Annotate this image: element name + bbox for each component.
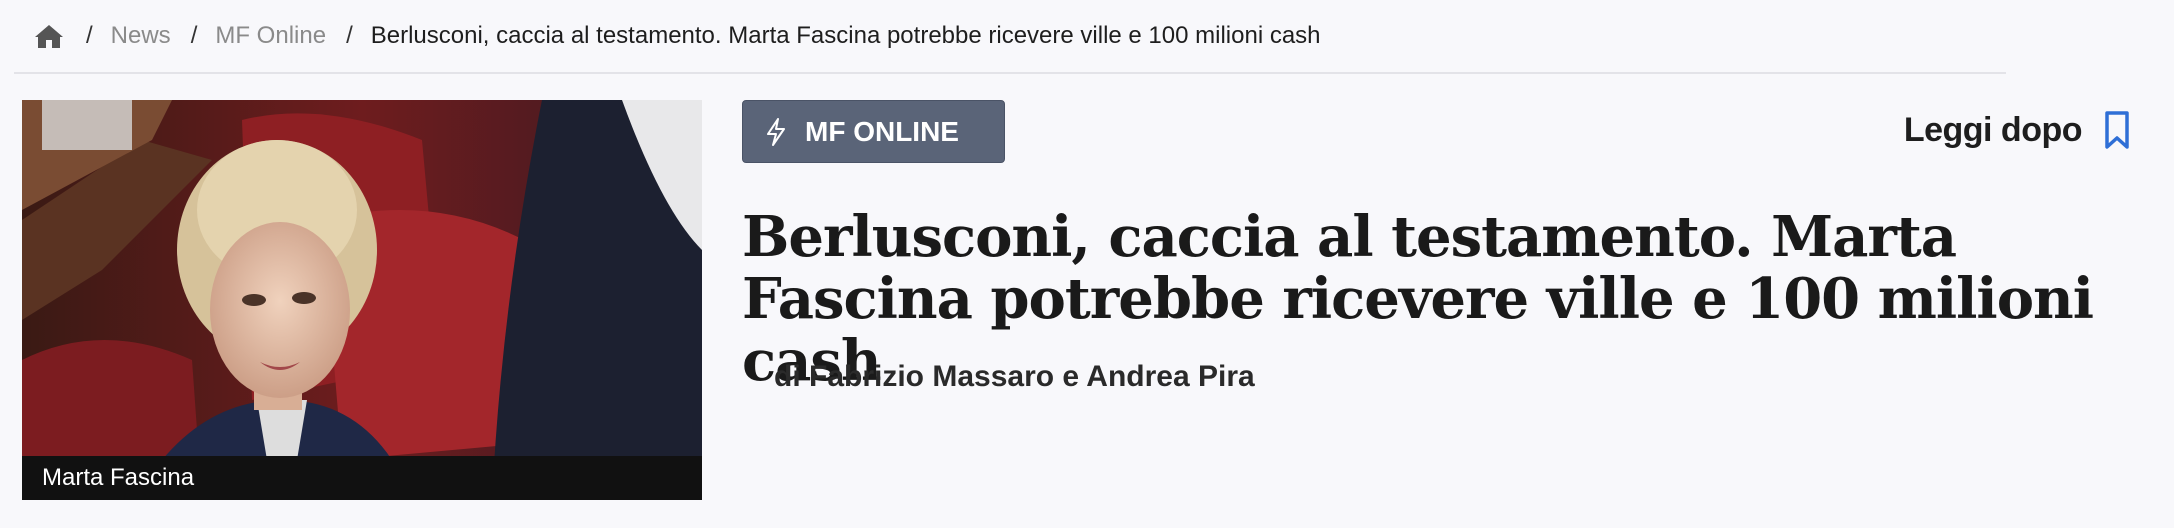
category-badge[interactable]: MF ONLINE (742, 100, 1005, 163)
breadcrumb-item-news[interactable]: News (111, 22, 171, 50)
breadcrumb-current: Berlusconi, caccia al testamento. Marta … (370, 22, 1321, 49)
article-header: / News / MF Online / Berlusconi, caccia … (0, 0, 2174, 528)
breadcrumb-separator: / (86, 22, 93, 49)
read-later-button[interactable]: Leggi dopo (1904, 110, 2130, 150)
article-byline: di Fabrizio Massaro e Andrea Pira (774, 360, 1255, 393)
home-icon[interactable] (34, 23, 64, 49)
category-badge-label: MF ONLINE (805, 115, 959, 147)
read-later-label: Leggi dopo (1903, 110, 2083, 149)
breadcrumb-item-mf-online[interactable]: MF Online (215, 22, 326, 50)
breadcrumb: / News / MF Online / Berlusconi, caccia … (14, 0, 2006, 74)
breadcrumb-separator: / (190, 22, 198, 49)
hero-image: Marta Fascina (22, 100, 702, 500)
breadcrumb-separator: / (346, 22, 353, 49)
bolt-icon (765, 117, 787, 146)
hero-photo-illustration (22, 100, 702, 500)
bookmark-icon[interactable] (2104, 110, 2130, 150)
image-caption: Marta Fascina (22, 456, 702, 500)
